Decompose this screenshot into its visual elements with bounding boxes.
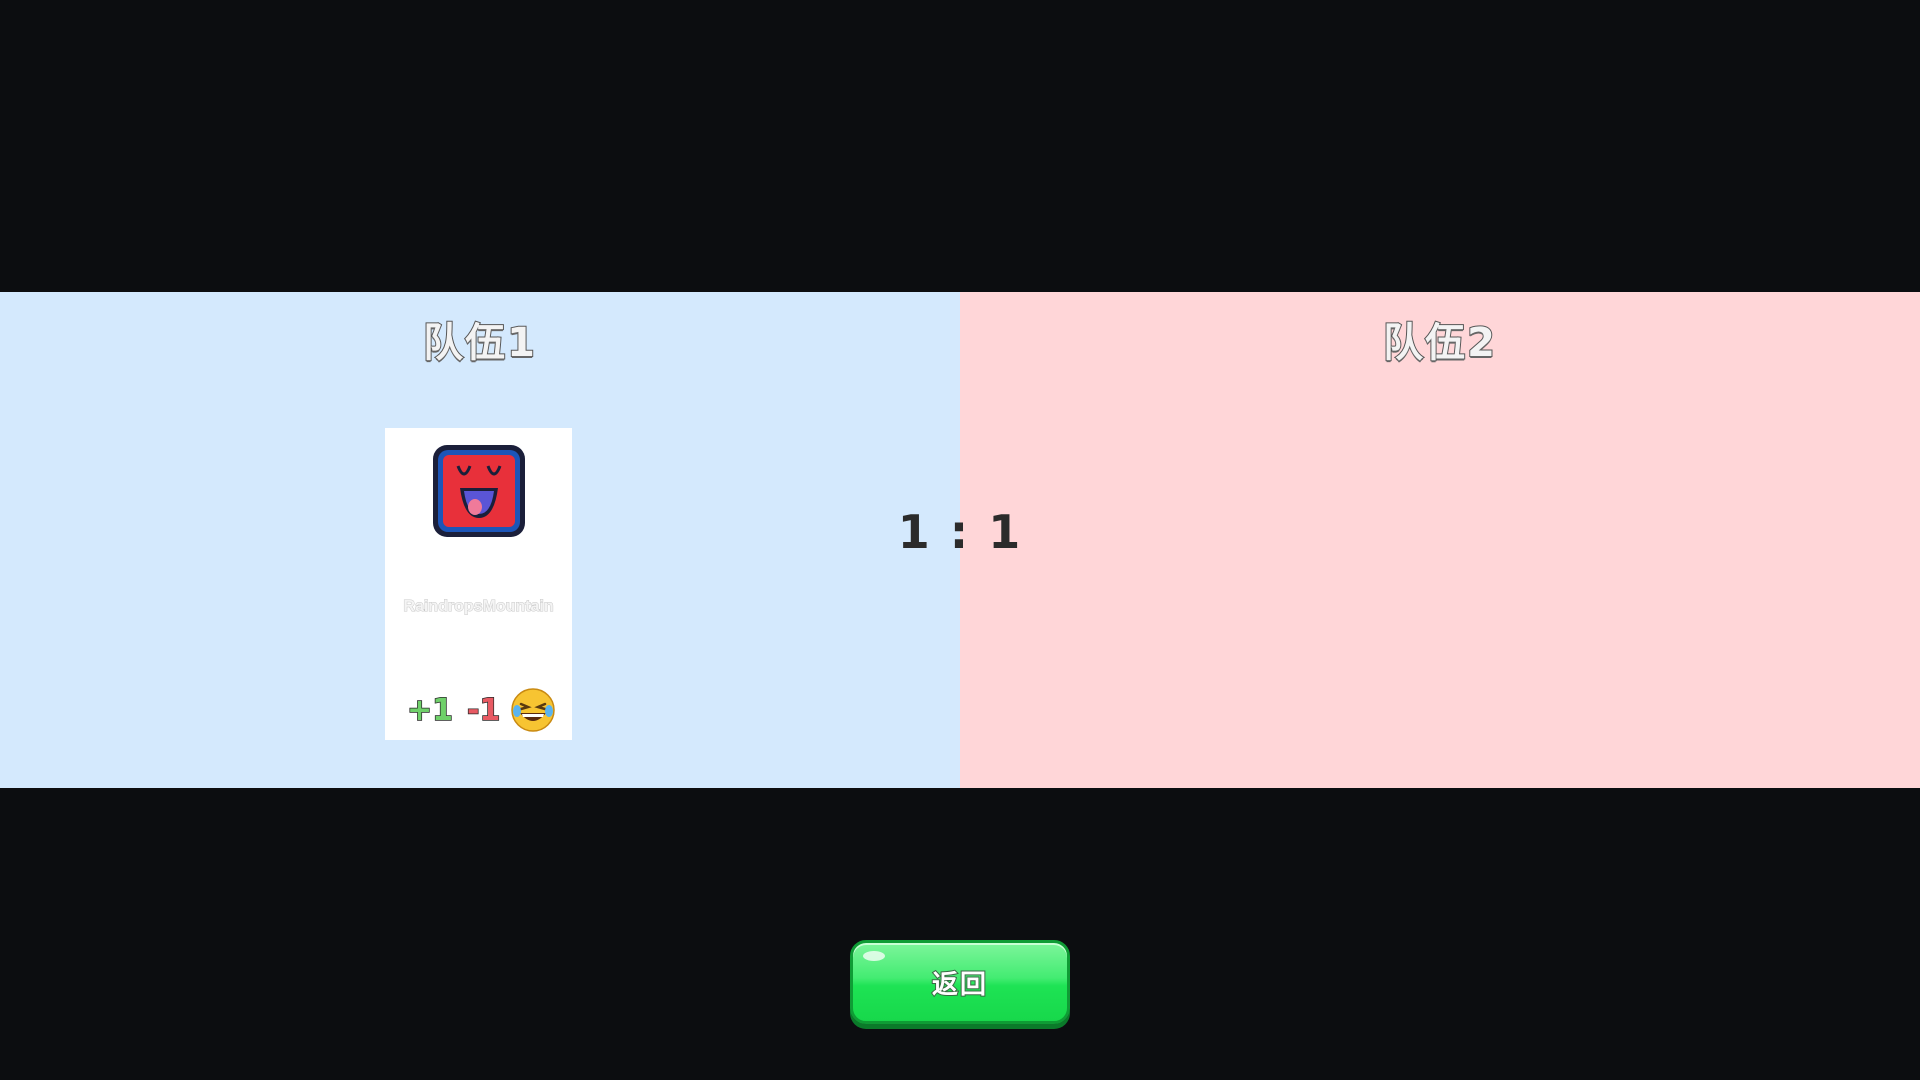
player-name: RaindropsMountain	[403, 598, 554, 616]
player-card: RaindropsMountain +1 -1	[385, 428, 572, 740]
plus-one-button[interactable]: +1	[406, 692, 454, 729]
red-square-laughing-face-icon	[430, 442, 528, 540]
game-screen: 队伍1 RaindropsMountain +1 -1 队伍2 1: 1 返回	[0, 0, 1920, 1080]
return-button-label: 返回	[931, 969, 988, 1001]
team-1-panel: 队伍1 RaindropsMountain +1 -1	[0, 292, 960, 788]
team-1-title: 队伍1	[422, 319, 537, 367]
score-display: 1 : 1	[897, 505, 1023, 559]
reaction-bar: +1 -1	[406, 686, 557, 734]
laughing-tears-emoji-icon[interactable]	[510, 687, 556, 733]
team-2-panel: 队伍2	[960, 292, 1920, 788]
minus-one-button[interactable]: -1	[466, 692, 501, 729]
team-2-title: 队伍2	[1382, 319, 1497, 367]
return-button[interactable]: 返回	[850, 940, 1070, 1024]
